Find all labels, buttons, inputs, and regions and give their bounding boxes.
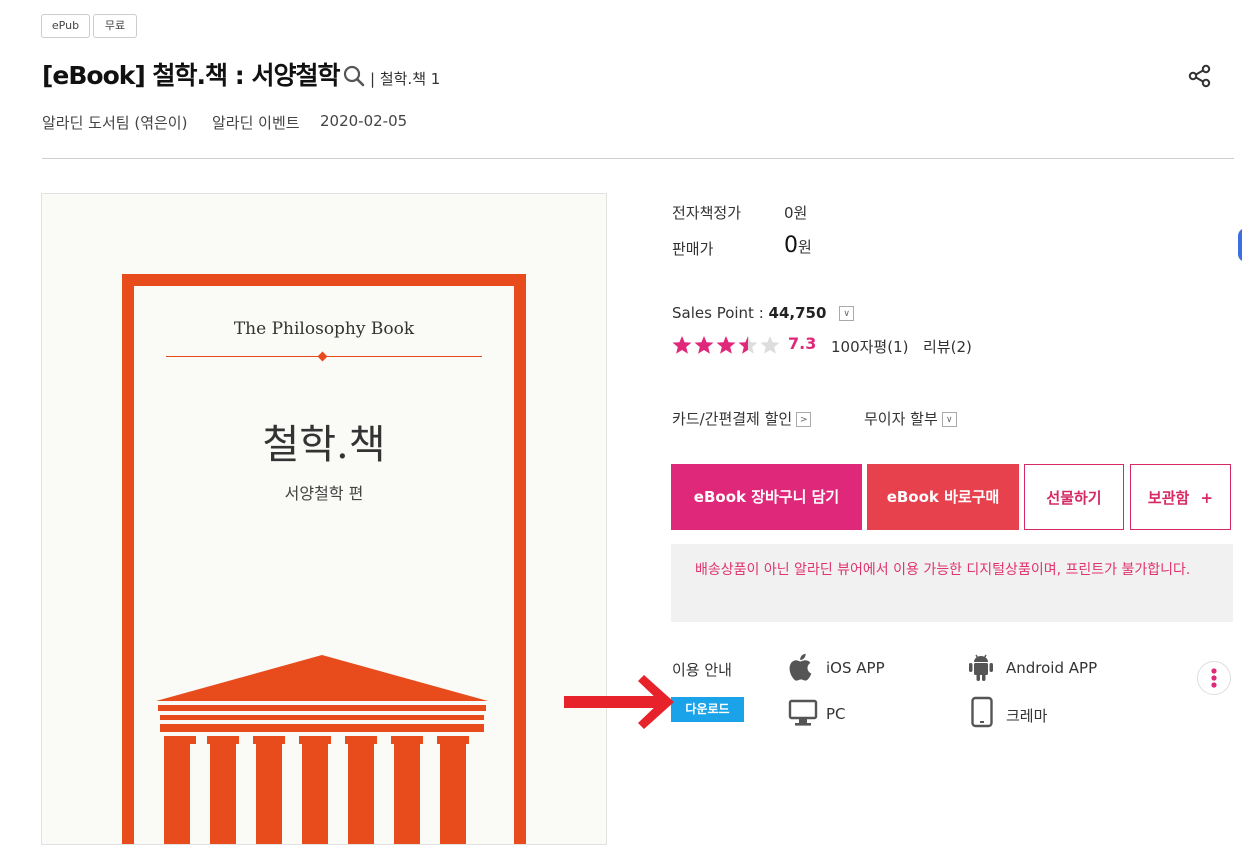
arrow-icon xyxy=(564,675,674,729)
tag-epub: ePub xyxy=(41,14,90,38)
author-link[interactable]: 알라딘 도서팀 (엮은이) xyxy=(42,112,187,133)
add-to-cart-button[interactable]: eBook 장바구니 담기 xyxy=(671,464,862,530)
card-discount-label: 카드/간편결제 할인 xyxy=(672,410,793,428)
side-tab-edge[interactable] xyxy=(1238,228,1242,262)
rating-score: 7.3 xyxy=(788,334,817,353)
plus-icon: + xyxy=(1200,489,1214,507)
divider xyxy=(42,158,1234,159)
tablet-icon xyxy=(970,696,994,728)
search-icon[interactable] xyxy=(342,64,366,88)
sale-price-value: 0 xyxy=(784,233,798,258)
short-review-link[interactable]: 100자평(1) xyxy=(831,336,908,357)
ios-app-link[interactable]: iOS APP xyxy=(826,659,885,677)
monitor-icon xyxy=(788,698,818,728)
chevron-right-icon[interactable]: > xyxy=(796,412,812,427)
digital-notice: 배송상품이 아닌 알라딘 뷰어에서 이용 가능한 디지털상품이며, 프린트가 불… xyxy=(671,544,1233,622)
star-icon xyxy=(672,336,780,354)
rating-stars xyxy=(672,335,784,355)
page-title: [eBook] 철학.책 : 서양철학 xyxy=(42,61,340,90)
more-icon xyxy=(1211,668,1217,688)
publisher-link[interactable]: 알라딘 이벤트 xyxy=(212,112,300,133)
crema-link[interactable]: 크레마 xyxy=(1006,705,1047,726)
share-icon[interactable] xyxy=(1187,63,1213,89)
wishlist-button[interactable]: 보관함 + xyxy=(1130,464,1231,530)
chevron-down-icon[interactable]: ∨ xyxy=(839,306,855,321)
sales-point-label: Sales Point : xyxy=(672,304,769,322)
tag-free: 무료 xyxy=(93,14,137,38)
pc-link[interactable]: PC xyxy=(826,705,846,723)
chevron-down-icon[interactable]: ∨ xyxy=(941,412,957,427)
list-price: 0원 xyxy=(784,204,808,222)
installment-label: 무이자 할부 xyxy=(864,410,938,428)
apple-icon xyxy=(788,652,816,682)
sales-point-value: 44,750 xyxy=(768,304,827,322)
book-cover[interactable]: The Philosophy Book 철학.책 서양철학 편 xyxy=(41,193,607,845)
sale-price-unit: 원 xyxy=(798,238,812,256)
android-app-link[interactable]: Android APP xyxy=(1006,659,1097,677)
card-discount[interactable]: 카드/간편결제 할인 > xyxy=(672,408,812,429)
publish-date: 2020-02-05 xyxy=(320,112,408,130)
buy-now-button[interactable]: eBook 바로구매 xyxy=(867,464,1019,530)
sale-price-label: 판매가 xyxy=(672,240,714,258)
more-button[interactable] xyxy=(1197,661,1231,695)
sale-price: 0원 xyxy=(784,233,812,258)
cover-title-ko: 철학.책 xyxy=(262,422,386,468)
sales-point: Sales Point : 44,750 ∨ xyxy=(672,304,855,322)
gift-button[interactable]: 선물하기 xyxy=(1024,464,1124,530)
temple-illustration xyxy=(156,655,488,844)
wishlist-label: 보관함 xyxy=(1147,489,1190,507)
cover-subtitle: 서양철학 편 xyxy=(284,484,364,503)
review-link[interactable]: 리뷰(2) xyxy=(923,336,972,357)
installment[interactable]: 무이자 할부 ∨ xyxy=(864,408,957,429)
cover-title-en: The Philosophy Book xyxy=(233,319,415,339)
list-price-label: 전자책정가 xyxy=(672,204,742,222)
series-link[interactable]: | 철학.책 1 xyxy=(370,68,440,89)
android-icon xyxy=(968,652,994,682)
